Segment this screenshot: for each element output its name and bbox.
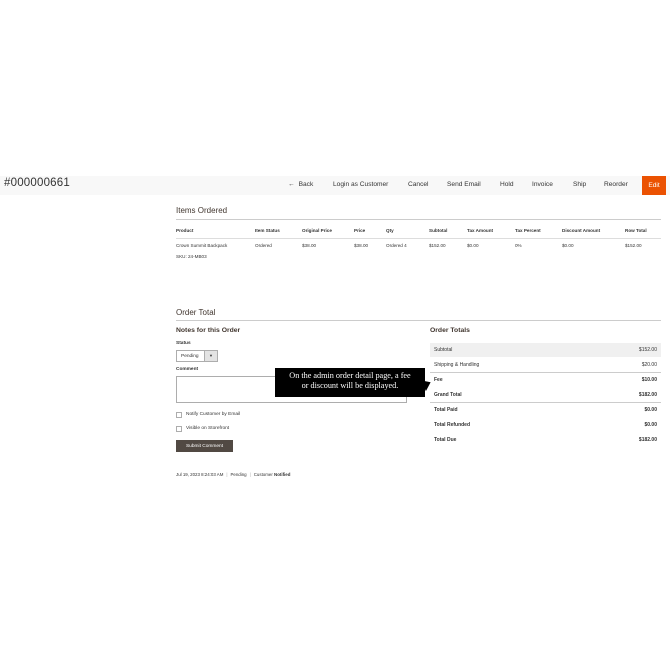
shipping-label: Shipping & Handling (434, 362, 480, 368)
history-date: Jul 19, 2023 8:24:03 AM (176, 472, 224, 477)
totals-row-subtotal: Subtotal $152.00 (430, 343, 661, 357)
notify-customer-checkbox[interactable] (176, 412, 182, 418)
totals-row-grand-total: Grand Total $182.00 (430, 388, 661, 402)
visible-storefront-label: Visible on Storefront (186, 426, 230, 431)
back-button[interactable]: ← Back (288, 181, 313, 188)
totals-row-fee: Fee $10.00 (430, 373, 661, 387)
callout-line-1: On the admin order detail page, a fee (289, 371, 411, 380)
column-header-product: Product (176, 228, 194, 233)
subtotal-label: Subtotal (434, 347, 453, 353)
subtotal-value: $152.00 (638, 347, 657, 353)
qty: Ordered 4 (386, 243, 407, 248)
items-ordered-title: Items Ordered (176, 206, 228, 215)
price: $38.00 (354, 243, 369, 248)
column-header-original-price: Original Price (302, 228, 332, 233)
totals-row-shipping: Shipping & Handling $20.00 (430, 358, 661, 372)
annotation-callout: On the admin order detail page, a fee or… (275, 368, 425, 397)
shipping-value: $20.00 (641, 362, 657, 368)
totals-row-total-due: Total Due $182.00 (430, 433, 661, 447)
submit-comment-button[interactable]: Submit Comment (176, 440, 233, 452)
totals-row-total-refunded: Total Refunded $0.00 (430, 418, 661, 432)
cancel-button[interactable]: Cancel (408, 181, 429, 188)
hold-button[interactable]: Hold (500, 181, 514, 188)
history-customer-label: Customer (253, 472, 273, 477)
fee-value: $10.00 (641, 377, 657, 383)
column-header-qty: Qty (386, 228, 394, 233)
column-header-row-total: Row Total (625, 228, 647, 233)
divider (176, 219, 661, 220)
invoice-button[interactable]: Invoice (532, 181, 553, 188)
row-total: $152.00 (625, 243, 642, 248)
column-header-discount-amount: Discount Amount (562, 228, 601, 233)
status-select[interactable]: Pending ▼ (176, 350, 218, 362)
arrow-left-icon: ← (288, 181, 295, 188)
subtotal: $152.00 (429, 243, 446, 248)
chevron-down-icon: ▼ (204, 351, 217, 361)
edit-button[interactable]: Edit (642, 176, 666, 195)
total-paid-value: $0.00 (644, 407, 657, 413)
notes-title: Notes for this Order (176, 327, 241, 334)
comment-history-entry: Jul 19, 2023 8:24:03 AM | Pending | Customer… (176, 472, 290, 477)
callout-line-2: or discount will be displayed. (301, 381, 399, 390)
status-select-value: Pending (181, 354, 199, 359)
total-due-label: Total Due (434, 437, 457, 443)
table-header-divider (176, 238, 661, 239)
tax-percent: 0% (515, 243, 522, 248)
ship-button[interactable]: Ship (573, 181, 586, 188)
separator: | (249, 472, 251, 477)
send-email-button[interactable]: Send Email (447, 181, 481, 188)
order-totals-title: Order Totals (430, 327, 470, 334)
total-refunded-value: $0.00 (644, 422, 657, 428)
discount-amount: $0.00 (562, 243, 574, 248)
product-name: Crown Summit Backpack (176, 243, 228, 248)
total-refunded-label: Total Refunded (434, 422, 471, 428)
grand-total-label: Grand Total (434, 392, 462, 398)
grand-total-value: $182.00 (638, 392, 657, 398)
fee-label: Fee (434, 377, 443, 383)
visible-storefront-checkbox[interactable] (176, 426, 182, 432)
column-header-item-status: Item Status (255, 228, 280, 233)
tax-amount: $0.00 (467, 243, 479, 248)
item-status: Ordered (255, 243, 272, 248)
column-header-tax-amount: Tax Amount (467, 228, 494, 233)
original-price: $38.00 (302, 243, 317, 248)
reorder-button[interactable]: Reorder (604, 181, 628, 188)
totals-row-total-paid: Total Paid $0.00 (430, 403, 661, 417)
separator: | (226, 472, 228, 477)
page-title: #000000661 (4, 177, 70, 189)
back-button-label: Back (298, 181, 314, 188)
comment-label: Comment (176, 367, 199, 372)
column-header-price: Price (354, 228, 366, 233)
history-customer-state: Notified (274, 472, 291, 477)
login-as-customer-button[interactable]: Login as Customer (333, 181, 388, 188)
status-label: Status (176, 341, 191, 346)
history-status: Pending (230, 472, 247, 477)
total-due-value: $182.00 (638, 437, 657, 443)
column-header-subtotal: Subtotal (429, 228, 448, 233)
notify-customer-label: Notify Customer by Email (186, 412, 241, 417)
divider (176, 320, 661, 321)
product-sku: SKU: 24-MB03 (176, 254, 207, 259)
column-header-tax-percent: Tax Percent (515, 228, 541, 233)
total-paid-label: Total Paid (434, 407, 458, 413)
order-total-title: Order Total (176, 308, 216, 317)
